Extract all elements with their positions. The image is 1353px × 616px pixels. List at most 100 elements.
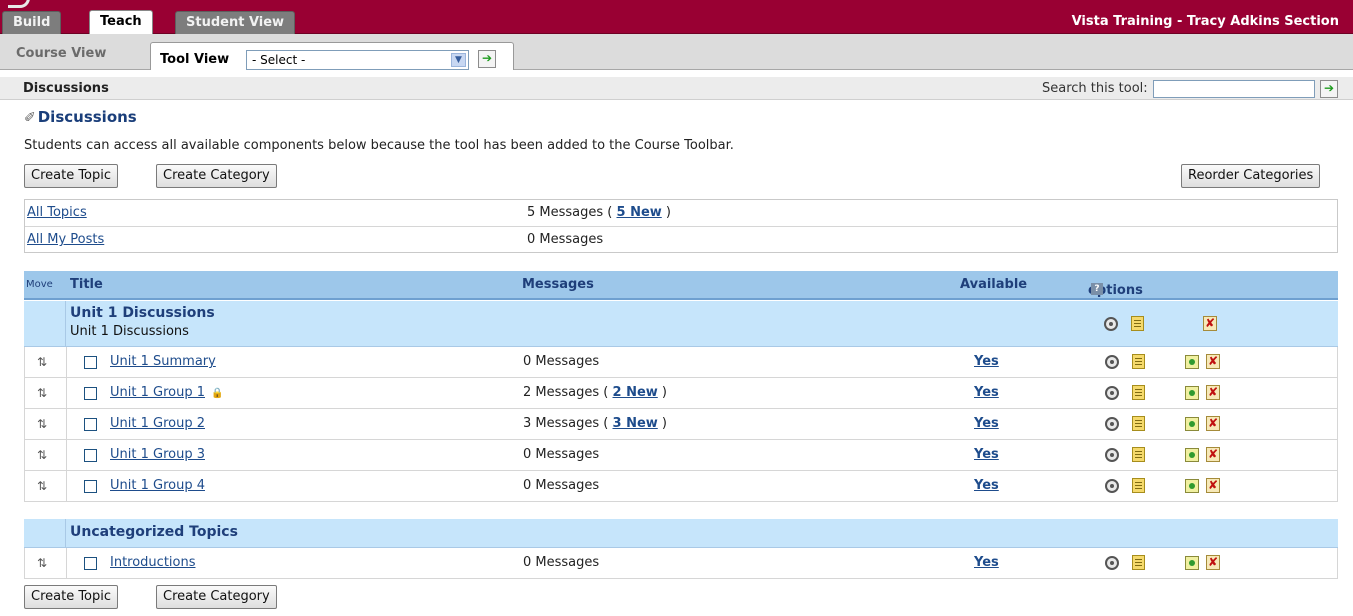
gear-icon[interactable] bbox=[1105, 448, 1119, 462]
category-row: Uncategorized Topics bbox=[24, 519, 1338, 548]
category-spacer bbox=[24, 519, 66, 547]
topic-checkbox[interactable] bbox=[84, 480, 97, 493]
delete-icon[interactable]: ✘ bbox=[1206, 385, 1220, 400]
delete-icon[interactable]: ✘ bbox=[1203, 316, 1217, 331]
reorder-categories-button[interactable]: Reorder Categories bbox=[1181, 164, 1321, 188]
tool-select-value: - Select - bbox=[252, 53, 306, 67]
new-messages-link[interactable]: 3 New bbox=[613, 416, 658, 431]
move-cell: ⇅ bbox=[25, 409, 67, 439]
document-icon[interactable] bbox=[1132, 416, 1145, 431]
help-icon[interactable]: ? bbox=[1091, 283, 1103, 295]
copy-icon[interactable] bbox=[1185, 386, 1199, 400]
discussions-heading: ✐ Discussions bbox=[24, 108, 137, 126]
topic-checkbox[interactable] bbox=[84, 418, 97, 431]
go-arrow-icon[interactable]: ➔ bbox=[478, 50, 496, 68]
availability-link[interactable]: Yes bbox=[974, 354, 999, 369]
move-handle-icon[interactable]: ⇅ bbox=[37, 479, 53, 493]
copy-icon[interactable] bbox=[1185, 556, 1199, 570]
availability-link[interactable]: Yes bbox=[974, 385, 999, 400]
category-row: Unit 1 Discussions Unit 1 Discussions ✘ bbox=[24, 301, 1338, 347]
course-title: Vista Training - Tracy Adkins Section bbox=[1071, 14, 1339, 29]
topic-link[interactable]: Introductions bbox=[110, 555, 196, 570]
document-icon[interactable] bbox=[1132, 447, 1145, 462]
delete-icon[interactable]: ✘ bbox=[1206, 416, 1220, 431]
create-topic-button[interactable]: Create Topic bbox=[24, 164, 119, 188]
document-icon[interactable] bbox=[1131, 316, 1144, 331]
topic-link[interactable]: Unit 1 Group 3 bbox=[110, 447, 205, 462]
move-cell: ⇅ bbox=[25, 548, 67, 578]
col-available[interactable]: Available bbox=[960, 277, 1027, 292]
topic-link[interactable]: Unit 1 Group 4 bbox=[110, 478, 205, 493]
move-handle-icon[interactable]: ⇅ bbox=[37, 556, 53, 570]
table-row: ⇅ Unit 1 Group 3 0 Messages Yes ✘ bbox=[24, 440, 1338, 471]
col-messages[interactable]: Messages bbox=[522, 277, 594, 292]
availability-link[interactable]: Yes bbox=[974, 478, 999, 493]
copy-icon[interactable] bbox=[1185, 448, 1199, 462]
document-icon[interactable] bbox=[1132, 478, 1145, 493]
all-topics-count-text: 5 Messages ( bbox=[527, 205, 613, 220]
gear-icon[interactable] bbox=[1105, 479, 1119, 493]
chevron-down-icon[interactable]: ▼ bbox=[451, 53, 466, 67]
gear-icon[interactable] bbox=[1104, 317, 1118, 331]
tool-select-dropdown[interactable]: - Select - ▼ bbox=[246, 50, 469, 70]
create-topic-button-bottom[interactable]: Create Topic bbox=[24, 585, 119, 609]
document-icon[interactable] bbox=[1132, 385, 1145, 400]
delete-icon[interactable]: ✘ bbox=[1206, 354, 1220, 369]
move-cell: ⇅ bbox=[25, 347, 67, 377]
all-topics-count: 5 Messages ( 5 New ) bbox=[527, 205, 671, 220]
gear-icon[interactable] bbox=[1105, 386, 1119, 400]
copy-icon[interactable] bbox=[1185, 355, 1199, 369]
topic-checkbox[interactable] bbox=[84, 449, 97, 462]
new-messages-link[interactable]: 2 New bbox=[613, 385, 658, 400]
search-input[interactable] bbox=[1153, 80, 1315, 98]
create-category-button[interactable]: Create Category bbox=[156, 164, 277, 188]
toolbar-notice: Students can access all available compon… bbox=[24, 138, 734, 153]
logo-hook-icon bbox=[8, 0, 30, 8]
topic-link[interactable]: Unit 1 Summary bbox=[110, 354, 216, 369]
table-header: Move Title Messages Available options? bbox=[24, 271, 1338, 300]
topic-messages: 3 Messages ( 3 New ) bbox=[523, 416, 667, 431]
topic-link[interactable]: Unit 1 Group 2 bbox=[110, 416, 205, 431]
all-topics-link[interactable]: All Topics bbox=[27, 205, 87, 220]
availability-link[interactable]: Yes bbox=[974, 555, 999, 570]
gear-icon[interactable] bbox=[1105, 417, 1119, 431]
delete-icon[interactable]: ✘ bbox=[1206, 478, 1220, 493]
topic-checkbox[interactable] bbox=[84, 356, 97, 369]
tab-student-view[interactable]: Student View bbox=[175, 11, 296, 34]
move-handle-icon[interactable]: ⇅ bbox=[37, 355, 53, 369]
category-description: Unit 1 Discussions bbox=[70, 324, 189, 339]
move-handle-icon[interactable]: ⇅ bbox=[37, 448, 53, 462]
move-handle-icon[interactable]: ⇅ bbox=[37, 417, 53, 431]
search-label: Search this tool: bbox=[1042, 81, 1148, 96]
pushpin-icon: ✐ bbox=[24, 110, 36, 126]
topic-checkbox[interactable] bbox=[84, 557, 97, 570]
all-my-posts-link[interactable]: All My Posts bbox=[27, 232, 104, 247]
gear-icon[interactable] bbox=[1105, 556, 1119, 570]
topic-messages: 2 Messages ( 2 New ) bbox=[523, 385, 667, 400]
gear-icon[interactable] bbox=[1105, 355, 1119, 369]
document-icon[interactable] bbox=[1132, 555, 1145, 570]
topic-messages: 0 Messages bbox=[523, 478, 600, 493]
search-go-icon[interactable]: ➔ bbox=[1320, 80, 1338, 98]
topic-checkbox[interactable] bbox=[84, 387, 97, 400]
all-topics-new-link[interactable]: 5 New bbox=[617, 205, 662, 220]
document-icon[interactable] bbox=[1132, 354, 1145, 369]
table-row: ⇅ Unit 1 Group 2 3 Messages ( 3 New ) Ye… bbox=[24, 409, 1338, 440]
copy-icon[interactable] bbox=[1185, 417, 1199, 431]
availability-link[interactable]: Yes bbox=[974, 416, 999, 431]
move-handle-icon[interactable]: ⇅ bbox=[37, 386, 53, 400]
tab-course-view[interactable]: Course View bbox=[16, 46, 106, 61]
copy-icon[interactable] bbox=[1185, 479, 1199, 493]
view-switcher-bar: Course View Tool View bbox=[0, 34, 1353, 70]
availability-link[interactable]: Yes bbox=[974, 447, 999, 462]
create-category-button-bottom[interactable]: Create Category bbox=[156, 585, 277, 609]
delete-icon[interactable]: ✘ bbox=[1206, 447, 1220, 462]
topic-link[interactable]: Unit 1 Group 1 bbox=[110, 385, 205, 400]
all-my-posts-count: 0 Messages bbox=[527, 232, 604, 247]
delete-icon[interactable]: ✘ bbox=[1206, 555, 1220, 570]
tab-teach[interactable]: Teach bbox=[89, 10, 153, 35]
tab-build[interactable]: Build bbox=[2, 11, 62, 34]
lock-icon: 🔒 bbox=[210, 388, 224, 399]
close-paren: ) bbox=[661, 416, 667, 431]
col-title[interactable]: Title bbox=[70, 277, 103, 292]
